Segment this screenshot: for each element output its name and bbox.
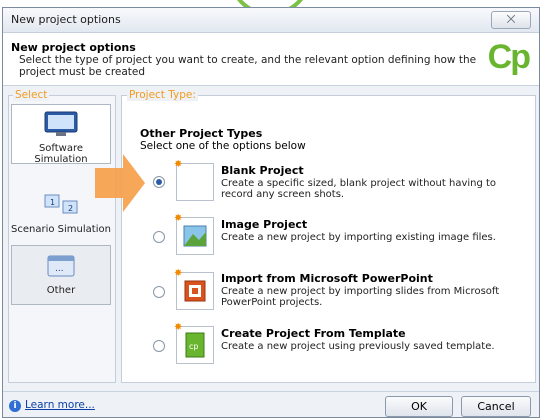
radio-blank-project[interactable]	[153, 176, 165, 188]
select-item-label: Other	[46, 285, 76, 296]
svg-text:cp: cp	[189, 342, 198, 351]
image-glyph-icon	[183, 225, 207, 247]
option-name-import-powerpoint: Import from Microsoft PowerPoint	[221, 272, 433, 285]
project-type-list: Other Project Types Select one of the op…	[132, 106, 524, 374]
select-item-other[interactable]: ... Other	[11, 245, 111, 305]
new-project-dialog: New project options ⨉ New project option…	[2, 7, 540, 418]
title-bar: New project options ⨉	[3, 8, 539, 33]
powerpoint-glyph-icon	[184, 280, 206, 302]
select-panel: Select Software Simulation 1 2 Scenario …	[8, 89, 116, 383]
dialog-header: New project options Select the type of p…	[3, 33, 539, 86]
window-title: New project options	[11, 13, 121, 26]
template-glyph-icon: cp	[185, 332, 205, 358]
new-star-icon: ✸	[174, 322, 183, 333]
option-desc-project-from-template: Create a new project using previously sa…	[221, 341, 495, 352]
radio-project-from-template[interactable]	[153, 340, 165, 352]
radio-image-project[interactable]	[153, 231, 165, 243]
option-name-image-project: Image Project	[221, 218, 308, 231]
blank-project-icon: ✸	[174, 159, 214, 201]
other-icon: ...	[47, 255, 75, 277]
svg-text:...: ...	[55, 264, 64, 274]
new-star-icon: ✸	[174, 213, 183, 224]
ok-button[interactable]: OK	[385, 396, 453, 417]
scenario-icon: 1 2	[44, 194, 78, 214]
captivate-logo: Cp	[487, 38, 531, 76]
option-name-project-from-template: Create Project From Template	[221, 327, 406, 340]
select-item-label: Scenario Simulation	[11, 224, 111, 235]
info-icon: i	[9, 400, 21, 412]
dialog-footer: i Learn more... OK Cancel	[3, 391, 539, 419]
learn-more-link[interactable]: Learn more...	[25, 399, 95, 411]
option-desc-image-project: Create a new project by importing existi…	[221, 232, 496, 243]
project-type-panel: Project Type: Other Project Types Select…	[121, 89, 536, 383]
image-project-icon: ✸	[174, 213, 214, 255]
template-icon: ✸ cp	[174, 322, 214, 364]
radio-import-powerpoint[interactable]	[153, 286, 165, 298]
monitor-icon	[44, 111, 78, 136]
select-legend: Select	[13, 89, 50, 101]
header-description: Select the type of project you want to c…	[19, 54, 477, 78]
option-name-blank-project: Blank Project	[221, 164, 304, 177]
powerpoint-icon: ✸	[174, 268, 214, 310]
cancel-button[interactable]: Cancel	[461, 396, 531, 417]
new-star-icon: ✸	[174, 159, 183, 170]
project-type-legend: Project Type:	[127, 89, 198, 101]
header-title: New project options	[11, 41, 136, 54]
option-desc-import-powerpoint: Create a new project by importing slides…	[221, 286, 500, 308]
other-project-types-heading: Other Project Types	[140, 127, 263, 140]
svg-text:1: 1	[50, 198, 55, 207]
close-button[interactable]: ⨉	[491, 11, 531, 29]
svg-text:2: 2	[68, 204, 73, 213]
new-star-icon: ✸	[174, 268, 183, 279]
option-desc-blank-project: Create a specific sized, blank project w…	[221, 178, 497, 200]
orange-arrow-callout	[95, 154, 145, 212]
project-types-subheading: Select one of the options below	[140, 140, 306, 152]
